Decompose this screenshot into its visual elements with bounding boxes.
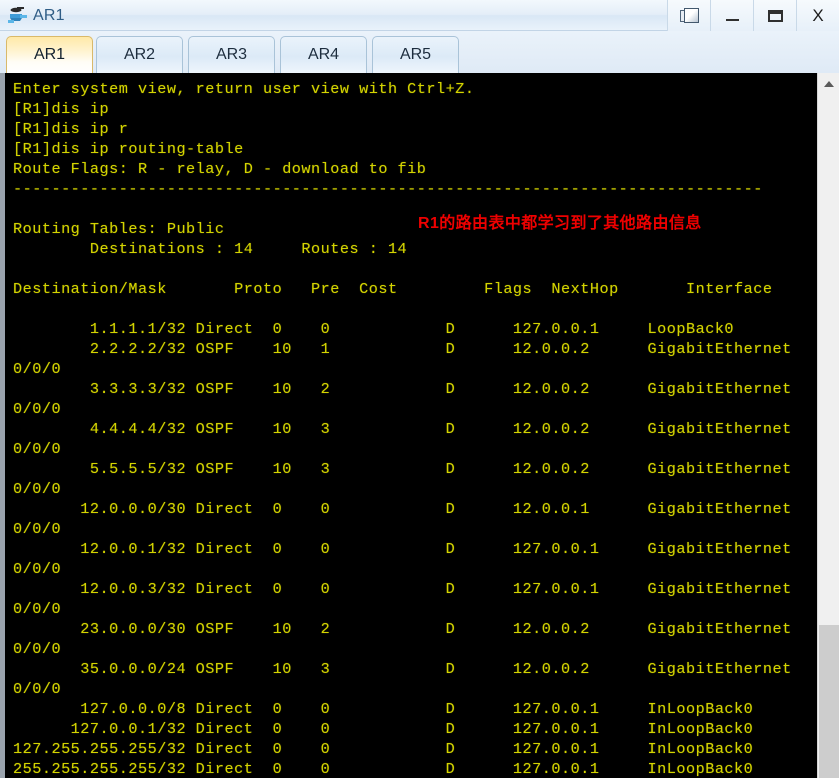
restore-window-button[interactable] — [667, 0, 710, 31]
scroll-up-button[interactable] — [818, 73, 839, 94]
tab-ar5[interactable]: AR5 — [372, 36, 459, 73]
window-title: AR1 — [33, 6, 65, 24]
window-controls: X — [667, 0, 839, 31]
cli-output-text: Enter system view, return user view with… — [13, 80, 792, 778]
cli-output-area[interactable]: Enter system view, return user view with… — [5, 73, 817, 778]
close-window-button[interactable]: X — [796, 0, 839, 31]
red-annotation: R1的路由表中都学习到了其他路由信息 — [418, 215, 702, 232]
maximize-icon — [767, 9, 783, 22]
close-icon: X — [812, 6, 824, 25]
tab-ar3[interactable]: AR3 — [188, 36, 275, 73]
tab-label: AR3 — [215, 46, 248, 63]
minimize-icon — [725, 18, 739, 21]
tab-label: AR1 — [33, 46, 66, 63]
scrollbar-thumb[interactable] — [819, 625, 839, 778]
router-icon — [7, 5, 29, 27]
tab-ar2[interactable]: AR2 — [96, 36, 183, 73]
tab-label: AR5 — [399, 46, 432, 63]
tab-ar1[interactable]: AR1 — [6, 36, 93, 73]
cli-terminal[interactable]: Enter system view, return user view with… — [0, 73, 839, 778]
chevron-up-icon — [823, 80, 834, 87]
ar1-console-window: AR1 X AR1 AR2 AR3 AR4 AR5 Enter system v… — [0, 0, 839, 778]
tab-label: AR2 — [123, 46, 156, 63]
tab-ar4[interactable]: AR4 — [280, 36, 367, 73]
tab-label: AR4 — [307, 46, 340, 63]
restore-icon — [679, 7, 699, 24]
device-tabstrip: AR1 AR2 AR3 AR4 AR5 — [0, 31, 839, 73]
window-title-group: AR1 — [7, 2, 65, 29]
minimize-window-button[interactable] — [710, 0, 753, 31]
terminal-scrollbar[interactable] — [817, 73, 839, 778]
scrollbar-track[interactable] — [818, 94, 839, 625]
window-titlebar: AR1 X — [0, 0, 839, 31]
maximize-window-button[interactable] — [753, 0, 796, 31]
